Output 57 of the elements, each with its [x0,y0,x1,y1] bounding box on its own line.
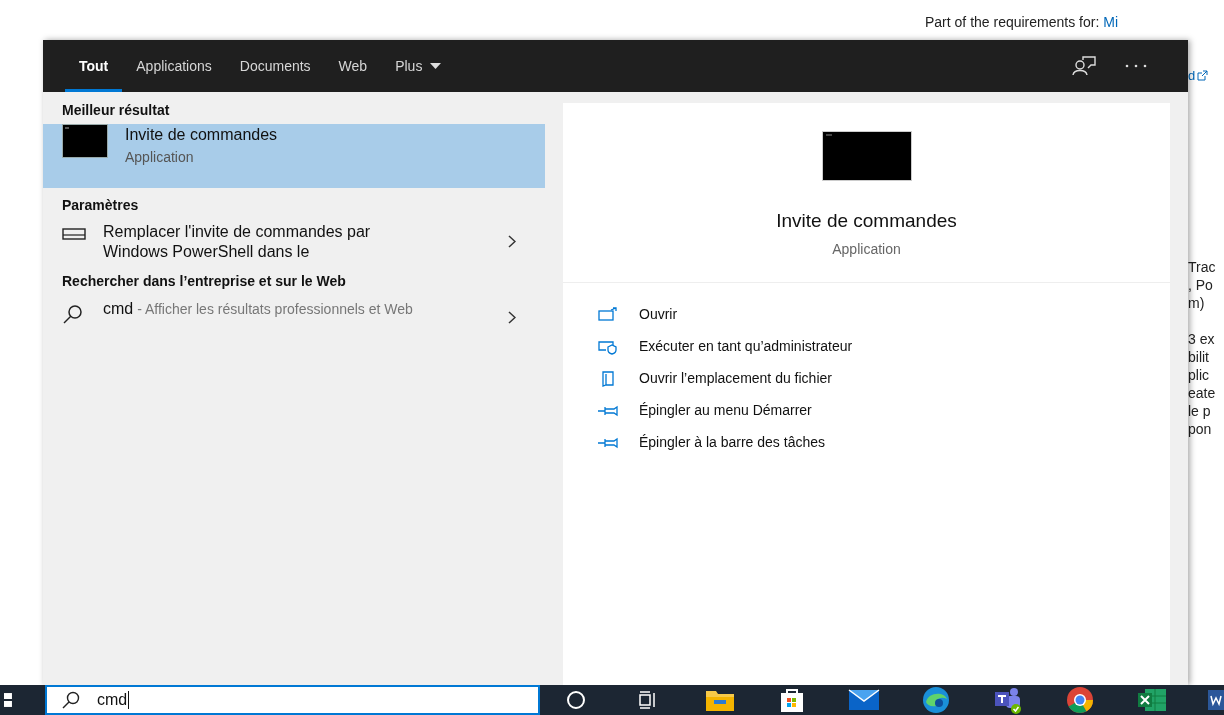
section-heading: Paramètres [61,196,140,215]
filter-tab[interactable]: Plus [381,40,456,92]
action-item[interactable]: Ouvrir l’emplacement du fichier [597,362,1170,395]
preview-subtitle: Application [832,239,901,259]
console-icon [821,131,912,181]
external-link-icon [1197,70,1209,82]
result-subtitle: Application [125,148,195,167]
person-feedback-icon [1071,56,1097,76]
section-heading: Rechercher dans l’entreprise et sur le Web [61,272,347,291]
page-text: 3 ex [1188,330,1216,348]
page-text: m) [1188,294,1206,312]
result-item[interactable]: Invite de commandes Application [43,124,545,188]
filter-tab[interactable]: Web [324,40,382,92]
shopping-bag-icon[interactable] [779,687,805,713]
teams-icon[interactable] [993,686,1023,714]
result-text: cmd - Afficher les résultats professionnels et Web [103,299,414,319]
taskbar-search-field[interactable]: cmd [44,685,540,715]
browser-wave-icon[interactable] [922,686,950,714]
docs-link[interactable]: d [1188,66,1196,86]
task-view-icon[interactable] [638,691,658,709]
filter-tab[interactable]: Tout [65,40,123,92]
shield-icon [597,338,619,355]
chevron-right-icon [508,311,516,324]
circle-icon[interactable] [566,690,586,710]
page-text: eate [1188,384,1216,402]
page-text: le p [1188,402,1212,420]
result-item[interactable]: Remplacer l'invite de commandes par Windows PowerShell dans le [43,219,545,265]
envelope-icon[interactable] [848,689,880,711]
chrome-icon[interactable] [1066,686,1094,714]
requirements-label: Part of the requirements for: [925,13,1100,32]
page-text: plic [1188,366,1210,384]
caret-icon [430,63,442,69]
folder-icon[interactable] [705,688,735,712]
console-icon [62,124,108,158]
search-icon [60,691,81,709]
action-item[interactable]: Épingler à la barre des tâches [597,426,1170,459]
spreadsheet-icon[interactable] [1137,687,1167,713]
page-text: Trac [1188,258,1216,276]
search-icon [62,304,84,324]
section-heading: Meilleur résultat [61,101,171,120]
result-item[interactable]: cmd - Afficher les résultats professionnels et Web [43,295,545,327]
preview-title: Invite de commandes [776,209,957,233]
requirements-link[interactable]: Mi [1103,12,1119,33]
document-app-icon[interactable] [1208,688,1224,712]
filter-tab[interactable]: Applications [122,40,226,92]
page-text: pon [1188,420,1213,438]
filter-tab[interactable]: Documents [225,40,325,92]
action-item[interactable]: Épingler au menu Démarrer [597,394,1170,427]
chevron-right-icon [508,235,516,248]
open-window-icon [597,306,619,323]
action-item[interactable]: Ouvrir [597,298,1170,331]
keyboard-icon [62,228,86,240]
result-title: Invite de commandes [125,125,278,145]
action-item[interactable]: Exécuter en tant qu’administrateur [597,330,1170,363]
page-text: bilit [1188,348,1210,366]
page-text: , Po [1188,276,1214,294]
result-title: Remplacer l'invite de commandes par Windows PowerShell dans le [103,222,372,262]
